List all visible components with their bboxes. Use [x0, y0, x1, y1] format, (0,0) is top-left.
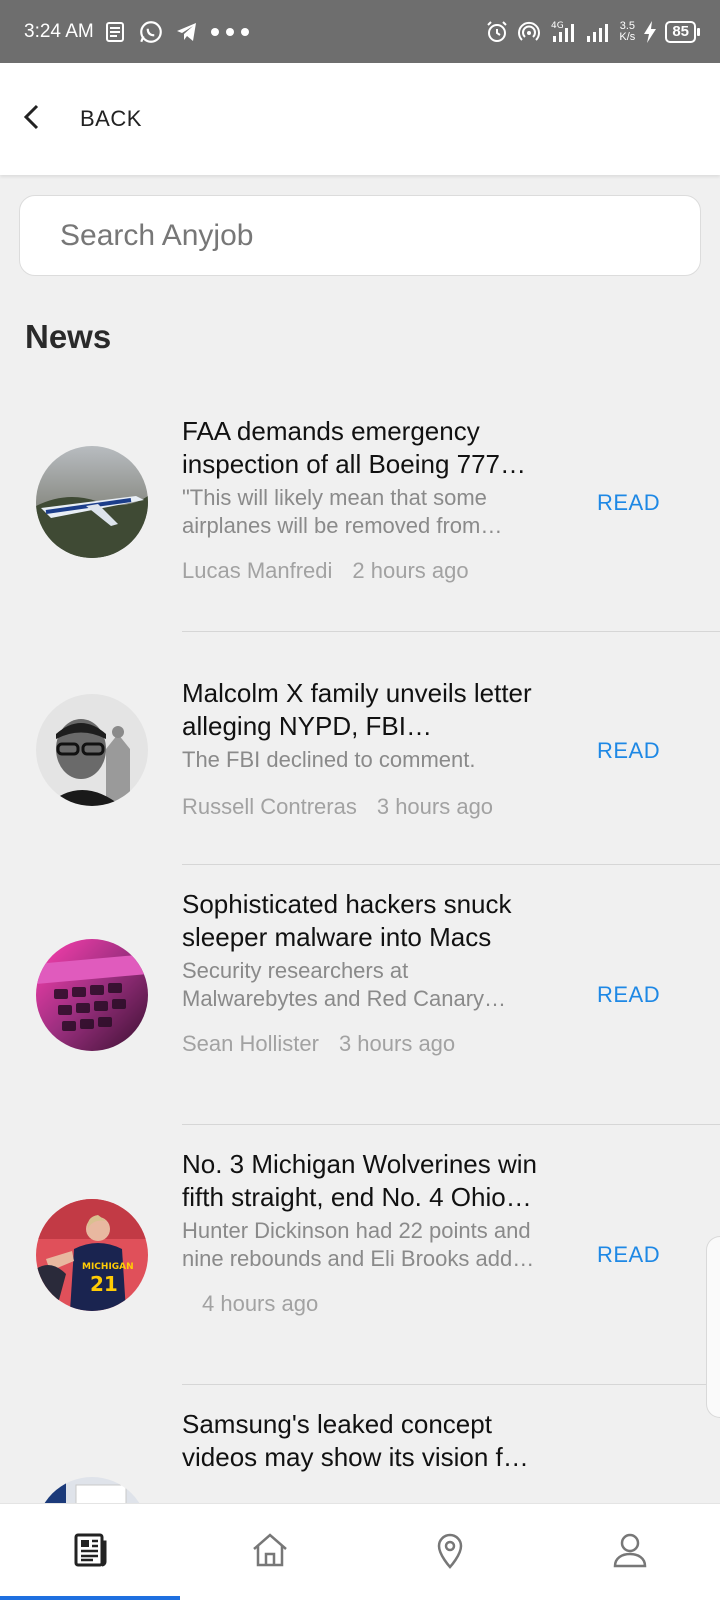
- telegram-icon: [174, 19, 200, 45]
- read-button[interactable]: READ: [597, 738, 660, 764]
- news-item[interactable]: FAA demands emergency inspection of all …: [0, 400, 720, 632]
- news-author: Lucas Manfredi: [182, 558, 333, 583]
- news-meta: Sean Hollister 3 hours ago: [182, 1031, 542, 1057]
- user-icon: [610, 1530, 650, 1575]
- newspaper-icon: [70, 1530, 110, 1575]
- news-author: Sean Hollister: [182, 1031, 319, 1056]
- network-speed: 3.5 K/s: [619, 19, 636, 43]
- news-body: No. 3 Michigan Wolverines win fifth stra…: [182, 1148, 542, 1317]
- news-title: No. 3 Michigan Wolverines win fifth stra…: [182, 1149, 537, 1212]
- news-item[interactable]: MICHIGAN 21 No. 3 Michigan Wolverines wi…: [0, 1125, 720, 1385]
- news-body: FAA demands emergency inspection of all …: [182, 415, 542, 584]
- news-thumbnail-basketball: MICHIGAN 21: [36, 1199, 148, 1311]
- news-meta: Russell Contreras 3 hours ago: [182, 794, 542, 820]
- news-time: 4 hours ago: [202, 1291, 319, 1316]
- back-button[interactable]: BACK: [0, 63, 142, 175]
- news-title: FAA demands emergency inspection of all …: [182, 416, 501, 479]
- news-meta: Lucas Manfredi 2 hours ago: [182, 558, 542, 584]
- alarm-icon: [485, 19, 509, 45]
- news-app-icon: [104, 19, 128, 45]
- active-tab-indicator: [0, 1596, 180, 1600]
- tab-news[interactable]: [0, 1504, 180, 1600]
- read-button[interactable]: READ: [597, 982, 660, 1008]
- search-box[interactable]: [19, 195, 701, 276]
- svg-text:MICHIGAN: MICHIGAN: [82, 1262, 134, 1272]
- news-time: 2 hours ago: [352, 558, 469, 583]
- signal-4g-icon: 4G: [549, 19, 577, 45]
- bottom-navigation: [0, 1503, 720, 1600]
- news-description: Security researchers at Malwarebytes and…: [182, 958, 485, 1011]
- signal-icon: [585, 19, 611, 45]
- news-thumbnail-boeing: [36, 446, 148, 558]
- news-title: Sophisticated hackers snuck sleeper malw…: [182, 889, 512, 952]
- home-icon: [250, 1530, 290, 1575]
- news-author: Russell Contreras: [182, 794, 357, 819]
- tab-home[interactable]: [180, 1504, 360, 1600]
- news-thumbnail-macbook: [36, 939, 148, 1051]
- location-pin-icon: [430, 1530, 470, 1575]
- svg-text:21: 21: [90, 1272, 118, 1296]
- news-description: The FBI declined to comment.: [182, 747, 476, 772]
- news-description: Hunter Dickinson had 22 points and nine …: [182, 1218, 537, 1271]
- tab-location[interactable]: [360, 1504, 540, 1600]
- news-title: Samsung's leaked concept videos may show…: [182, 1409, 526, 1472]
- status-time: 3:24 AM: [24, 20, 94, 42]
- chevron-left-icon: [20, 102, 44, 137]
- news-body: Samsung's leaked concept videos may show…: [182, 1408, 542, 1474]
- news-title: Malcolm X family unveils letter alleging…: [182, 678, 532, 741]
- news-meta: 4 hours ago: [182, 1291, 542, 1317]
- news-item[interactable]: Malcolm X family unveils letter alleging…: [0, 632, 720, 865]
- search-input[interactable]: [60, 218, 700, 253]
- news-body: Malcolm X family unveils letter alleging…: [182, 677, 542, 820]
- side-drawer-handle[interactable]: [706, 1236, 720, 1418]
- tab-profile[interactable]: [540, 1504, 720, 1600]
- hotspot-icon: [517, 19, 541, 45]
- read-button[interactable]: READ: [597, 1242, 660, 1268]
- news-time: 3 hours ago: [338, 1031, 456, 1056]
- status-bar: 3:24 AM 4G 3.5 K/s 85: [0, 0, 720, 63]
- news-item[interactable]: Sophisticated hackers snuck sleeper malw…: [0, 865, 720, 1125]
- news-time: 3 hours ago: [376, 794, 494, 819]
- back-label: BACK: [80, 106, 142, 131]
- section-title-news: News: [25, 318, 112, 355]
- news-body: Sophisticated hackers snuck sleeper malw…: [182, 888, 542, 1057]
- svg-text:4G: 4G: [551, 21, 564, 31]
- charging-icon: [643, 19, 657, 45]
- more-notifications-icon: [210, 19, 250, 45]
- news-description: "This will likely mean that some airplan…: [182, 485, 487, 538]
- news-thumbnail-samsung: [36, 1477, 148, 1503]
- news-thumbnail-malcolm-x: [36, 694, 148, 806]
- app-header: BACK: [0, 63, 720, 175]
- battery-level: 85: [665, 20, 700, 43]
- news-item[interactable]: Samsung's leaked concept videos may show…: [0, 1385, 720, 1503]
- read-button[interactable]: READ: [597, 490, 660, 516]
- whatsapp-icon: [138, 19, 164, 45]
